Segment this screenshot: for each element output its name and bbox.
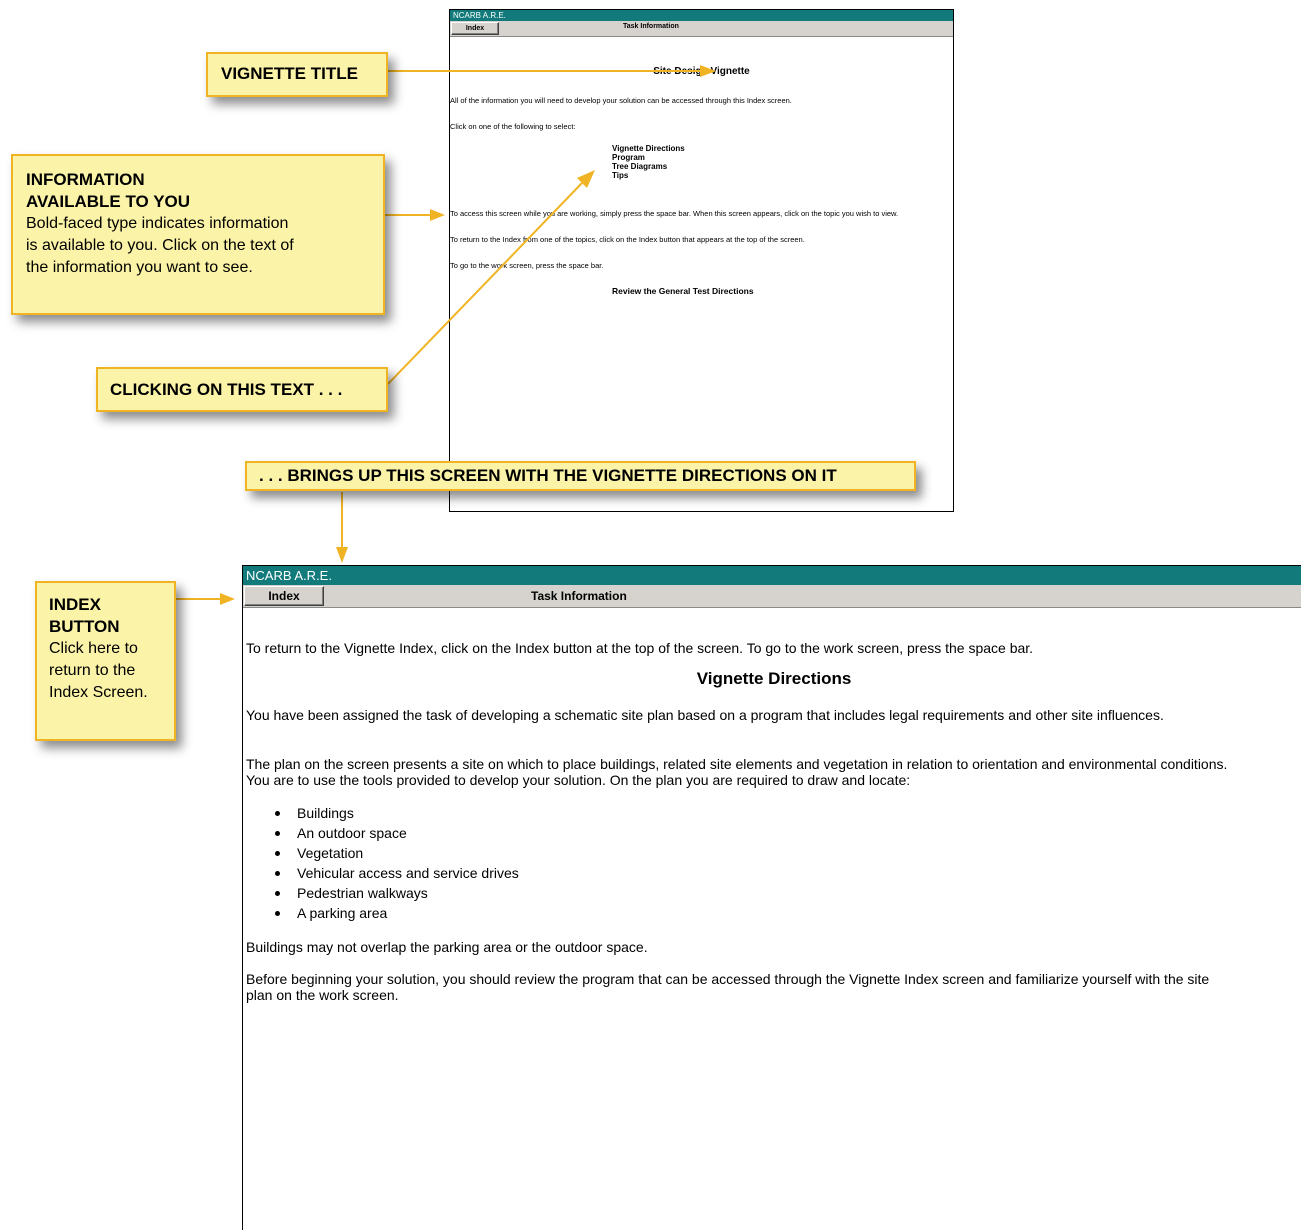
callout-title: AVAILABLE TO YOU [26,192,191,211]
callout-clicking-text: CLICKING ON THIS TEXT . . . [96,367,388,412]
callout-title: CLICKING ON THIS TEXT . . . [110,380,343,399]
callout-title: . . . BRINGS UP THIS SCREEN WITH THE VIG… [259,466,837,485]
callout-body: Index Screen. [49,684,148,701]
callout-index-button: INDEX BUTTON Click here to return to the… [35,581,176,741]
callout-body: return to the [49,662,136,679]
callout-brings-up-screen: . . . BRINGS UP THIS SCREEN WITH THE VIG… [245,461,916,491]
callout-title: VIGNETTE TITLE [221,64,358,83]
callout-body: is available to you. Click on the text o… [26,237,294,254]
callout-information-available: INFORMATION AVAILABLE TO YOU Bold-faced … [11,154,385,315]
callout-title: INDEX [49,595,101,614]
callout-body: Click here to [49,640,138,657]
callout-body: the information you want to see. [26,259,253,276]
callout-title: BUTTON [49,617,120,636]
callout-title: INFORMATION [26,170,145,189]
callout-body: Bold-faced type indicates information [26,215,289,232]
callout-vignette-title: VIGNETTE TITLE [206,52,388,97]
